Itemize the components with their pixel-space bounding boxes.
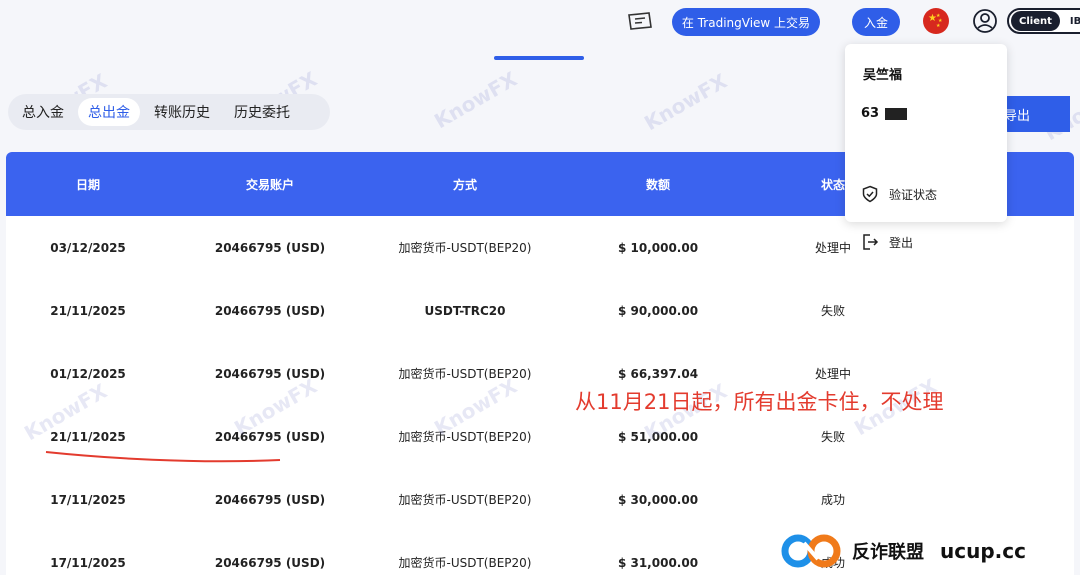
cell-account: 20466795 (USD) [214,429,326,444]
cell-method: USDT-TRC20 [424,303,506,318]
cell-method: 加密货币-USDT(BEP20) [398,556,532,570]
cell-account: 20466795 (USD) [214,240,326,255]
china-flag-icon[interactable]: ★ ★ ★ ★ [923,8,949,34]
column-header-method[interactable]: 方式 [370,176,560,193]
cell-date: 17/11/2025 [50,492,126,507]
menu-item-verification-status[interactable]: 验证状态 [861,182,937,206]
client-option[interactable]: Client [1011,11,1060,31]
user-icon[interactable] [973,9,997,33]
brand-watermark: 反诈联盟 ucup.cc [780,531,1070,571]
cell-method: 加密货币-USDT(BEP20) [398,493,532,507]
cell-amount: $ 66,397.04 [617,366,699,381]
cell-date: 17/11/2025 [50,555,126,570]
annotation-text: 从11月21日起，所有出金卡住，不处理 [575,390,944,414]
cell-method: 加密货币-USDT(BEP20) [398,367,532,381]
cell-status: 失败 [820,430,845,444]
cell-amount: $ 10,000.00 [617,240,699,255]
watermark: KnowFX [640,68,731,136]
annotation-underline [45,451,281,463]
deposit-button[interactable]: 入金 [852,8,900,36]
cell-date: 21/11/2025 [50,429,126,444]
cell-account: 20466795 (USD) [214,555,326,570]
logout-icon [863,234,879,250]
cell-status: 失败 [820,304,845,318]
ib-option[interactable]: IB [1070,16,1080,27]
tab-transfer-history[interactable]: 转账历史 [144,98,220,126]
tab-order-history[interactable]: 历史委托 [224,98,300,126]
table-row[interactable]: 03/12/2025 20466795 (USD) 加密货币-USDT(BEP2… [6,216,1074,279]
active-tab-indicator [494,56,584,60]
cell-amount: $ 90,000.00 [617,303,699,318]
cell-account: 20466795 (USD) [214,492,326,507]
tab-total-deposit[interactable]: 总入金 [12,98,74,126]
tab-total-withdrawal[interactable]: 总出金 [78,98,140,126]
cell-status: 处理中 [814,367,851,381]
shield-check-icon [862,185,878,203]
ticket-icon[interactable] [626,10,654,32]
user-account-id: 63 [861,106,908,121]
cell-method: 加密货币-USDT(BEP20) [398,430,532,444]
cell-date: 21/11/2025 [50,303,126,318]
brand-domain: ucup.cc [940,539,1026,563]
history-tabs: 总入金 总出金 转账历史 历史委托 [8,94,330,130]
brand-logo-icon [781,534,841,568]
cell-amount: $ 31,000.00 [617,555,699,570]
top-bar: 在 TradingView 上交易 入金 ★ ★ ★ ★ Client IB [0,0,1080,44]
column-header-amount[interactable]: 数额 [560,176,756,193]
cell-account: 20466795 (USD) [214,303,326,318]
cell-method: 加密货币-USDT(BEP20) [398,241,532,255]
menu-item-logout[interactable]: 登出 [861,230,913,254]
watermark: KnowFX [430,66,521,134]
trade-on-tradingview-button[interactable]: 在 TradingView 上交易 [672,8,820,36]
cell-date: 03/12/2025 [50,240,126,255]
cell-account: 20466795 (USD) [214,366,326,381]
client-ib-toggle[interactable]: Client IB [1007,8,1080,34]
column-header-account[interactable]: 交易账户 [170,176,370,193]
cell-date: 01/12/2025 [50,366,126,381]
cell-amount: $ 51,000.00 [617,429,699,444]
user-menu-dropdown: 吴竺福 63 验证状态 登出 [845,44,1007,250]
cell-amount: $ 30,000.00 [617,492,699,507]
redacted-mark [885,107,908,120]
table-row[interactable]: 21/11/2025 20466795 (USD) USDT-TRC20 $ 9… [6,279,1074,342]
table-row[interactable]: 17/11/2025 20466795 (USD) 加密货币-USDT(BEP2… [6,468,1074,531]
cell-status: 成功 [820,493,845,507]
user-name: 吴竺福 [863,68,903,83]
column-header-date[interactable]: 日期 [6,176,170,193]
brand-name: 反诈联盟 [852,542,924,563]
